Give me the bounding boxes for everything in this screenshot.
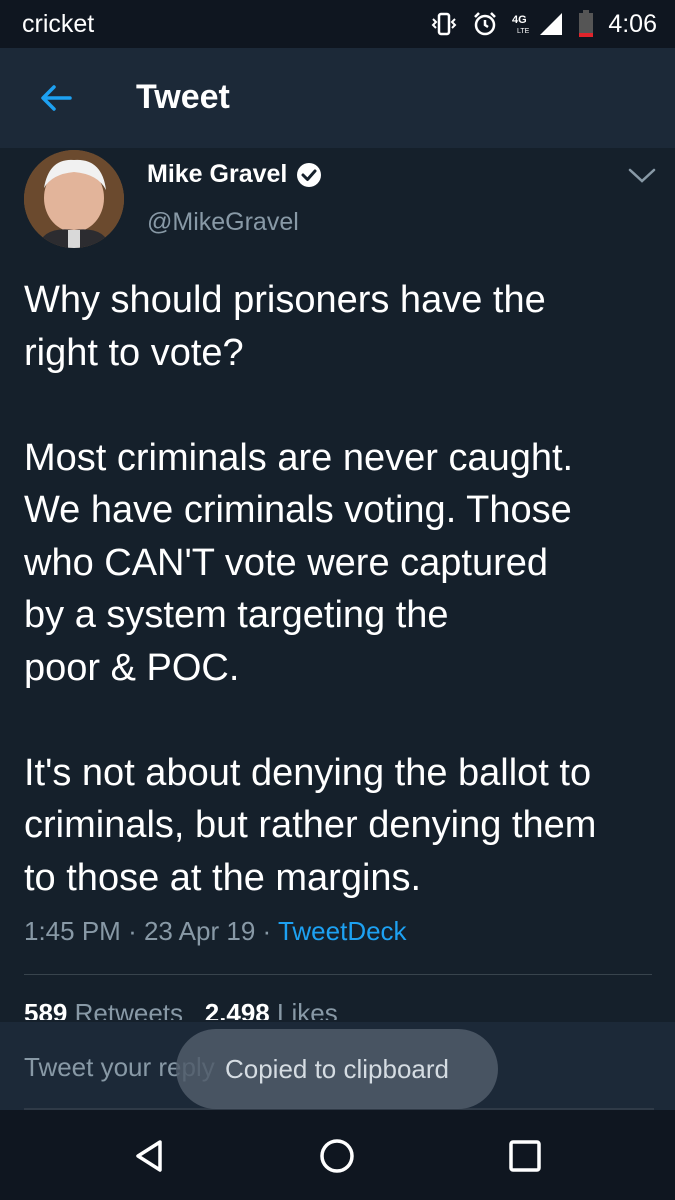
clock: 4:06 <box>608 9 657 38</box>
nav-home-icon[interactable] <box>315 1134 359 1178</box>
retweets-count[interactable]: 589 <box>24 998 67 1020</box>
chevron-down-icon[interactable] <box>626 164 658 188</box>
author-row: Mike Gravel <box>147 160 323 189</box>
toast-notification: Copied to clipboard <box>176 1029 498 1109</box>
tweet-date: 23 Apr 19 <box>143 916 256 946</box>
meta-separator: · <box>128 916 137 946</box>
author-name[interactable]: Mike Gravel <box>147 160 287 189</box>
navigation-bar <box>0 1110 675 1200</box>
status-bar: cricket 4G LTE 4:06 <box>0 0 675 48</box>
nav-back-icon[interactable] <box>128 1134 172 1178</box>
author-handle[interactable]: @MikeGravel <box>147 208 299 237</box>
tweet-time: 1:45 PM <box>24 916 121 946</box>
avatar[interactable] <box>24 150 124 248</box>
avatar-image <box>24 150 124 248</box>
meta-separator: · <box>262 916 272 946</box>
svg-text:4G: 4G <box>512 14 527 26</box>
vibrate-icon <box>431 12 457 36</box>
alarm-icon <box>474 12 497 36</box>
divider <box>24 974 652 975</box>
page-title: Tweet <box>136 78 230 116</box>
tweet-text: Why should prisoners have the right to v… <box>24 279 597 899</box>
app-header: Tweet <box>0 48 675 148</box>
nav-recents-icon[interactable] <box>503 1134 547 1178</box>
retweets-label[interactable]: Retweets <box>75 998 183 1020</box>
back-arrow-icon[interactable] <box>36 78 76 118</box>
svg-text:LTE: LTE <box>517 28 530 35</box>
tweet-source-link[interactable]: TweetDeck <box>278 916 407 946</box>
status-icons: 4G LTE 4:06 <box>430 10 657 39</box>
carrier-label: cricket <box>22 9 95 38</box>
tweet-meta: 1:45 PM · 23 Apr 19 · TweetDeck <box>24 916 407 947</box>
likes-label[interactable]: Likes <box>277 998 338 1020</box>
signal-icon: 4G LTE <box>512 13 563 35</box>
likes-count[interactable]: 2,498 <box>205 998 270 1020</box>
battery-icon <box>579 10 594 37</box>
tweet-stats: 589 Retweets 2,498 Likes <box>24 998 338 1020</box>
verified-badge-icon <box>297 162 322 187</box>
